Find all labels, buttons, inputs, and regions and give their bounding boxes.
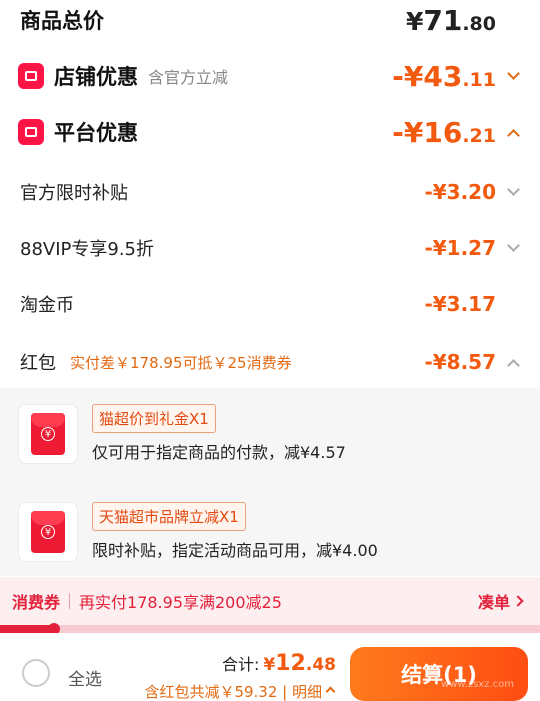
store-discount-row[interactable]: 店铺优惠 含官方立减 -¥43.11: [0, 56, 540, 96]
cart-total-value: 12: [275, 651, 306, 676]
red-envelope-icon: ¥: [18, 502, 78, 562]
checkout-button[interactable]: 结算(1): [350, 647, 528, 701]
chevron-down-icon[interactable]: [507, 238, 520, 252]
red-packet-label: 红包: [20, 353, 56, 374]
voucher-label: 消费券: [12, 593, 61, 612]
sub-discount-label: 官方限时补贴: [20, 183, 128, 204]
voucher-strip: 消费券 再实付178.95享满200减25 凑单: [0, 577, 540, 625]
chevron-right-icon[interactable]: [512, 595, 524, 607]
coupon-item: ¥ 天猫超市品牌立减X1 限时补贴，指定活动商品可用，减¥4.00: [18, 502, 378, 562]
sub-discount-label: 88VIP专享9.5折: [20, 239, 155, 260]
sub-discount-row[interactable]: 官方限时补贴 -¥3.20: [0, 172, 540, 212]
checkout-bar: 全选 合计: ¥ 12 .48 含红包共减￥59.32 | 明细 结算(1) w…: [0, 633, 540, 701]
store-discount-label: 店铺优惠: [54, 65, 138, 89]
total-price-label: 商品总价: [20, 9, 104, 33]
coupon-desc: 仅可用于指定商品的付款，减¥4.57: [92, 443, 346, 462]
store-discount-amount: -¥43.11: [392, 59, 496, 93]
voucher-progress-bar: [0, 623, 540, 635]
platform-discount-label: 平台优惠: [54, 121, 138, 145]
total-price-value: ¥71.80: [405, 4, 496, 37]
sub-discount-row[interactable]: 88VIP专享9.5折 -¥1.27: [0, 228, 540, 268]
sub-discount-amount: -¥3.20: [424, 180, 496, 204]
red-packet-hint: 实付差￥178.95可抵￥25消费券: [70, 353, 292, 372]
divider: [69, 593, 71, 609]
coupon-tag: 天猫超市品牌立减X1: [92, 502, 246, 531]
chevron-down-icon[interactable]: [507, 182, 520, 196]
chevron-up-icon[interactable]: [507, 128, 520, 142]
chevron-down-icon[interactable]: [507, 66, 520, 80]
platform-discount-amount: -¥16.21: [392, 115, 496, 149]
select-all-checkbox[interactable]: [22, 659, 50, 687]
sub-discount-amount: -¥3.17: [424, 292, 496, 316]
red-packet-amount: -¥8.57: [424, 350, 496, 374]
cart-total-label: 合计:: [222, 655, 260, 674]
total-price-row: 商品总价 ¥71.80: [0, 0, 540, 40]
store-icon: [18, 63, 44, 89]
platform-icon: [18, 119, 44, 145]
red-envelope-icon: ¥: [18, 404, 78, 464]
progress-fill: [0, 625, 54, 633]
coupon-desc: 限时补贴，指定活动商品可用，减¥4.00: [92, 541, 378, 560]
cart-total: 合计: ¥ 12 .48: [222, 651, 336, 676]
platform-discount-row[interactable]: 平台优惠 -¥16.21: [0, 112, 540, 152]
coupon-tag: 猫超价到礼金X1: [92, 404, 216, 433]
store-discount-sub: 含官方立减: [148, 68, 229, 87]
select-all-label[interactable]: 全选: [68, 665, 102, 690]
voucher-text: 再实付178.95享满200减25: [79, 593, 282, 612]
red-packet-panel: ¥ 猫超价到礼金X1 仅可用于指定商品的付款，减¥4.57 ¥ 天猫超市品牌立减…: [0, 388, 540, 576]
chevron-up-icon[interactable]: [507, 358, 520, 372]
watermark: www.zsxz.com: [441, 679, 514, 690]
sub-discount-row: 淘金币 -¥3.17: [0, 284, 540, 324]
chevron-up-icon[interactable]: [325, 686, 336, 697]
red-packet-row[interactable]: 红包 实付差￥178.95可抵￥25消费券 -¥8.57: [0, 342, 540, 382]
add-items-link[interactable]: 凑单: [478, 589, 510, 613]
coupon-item: ¥ 猫超价到礼金X1 仅可用于指定商品的付款，减¥4.57: [18, 404, 346, 464]
sub-discount-label: 淘金币: [20, 295, 74, 316]
sub-discount-amount: -¥1.27: [424, 236, 496, 260]
savings-details-link[interactable]: 含红包共减￥59.32 | 明细: [144, 681, 322, 701]
